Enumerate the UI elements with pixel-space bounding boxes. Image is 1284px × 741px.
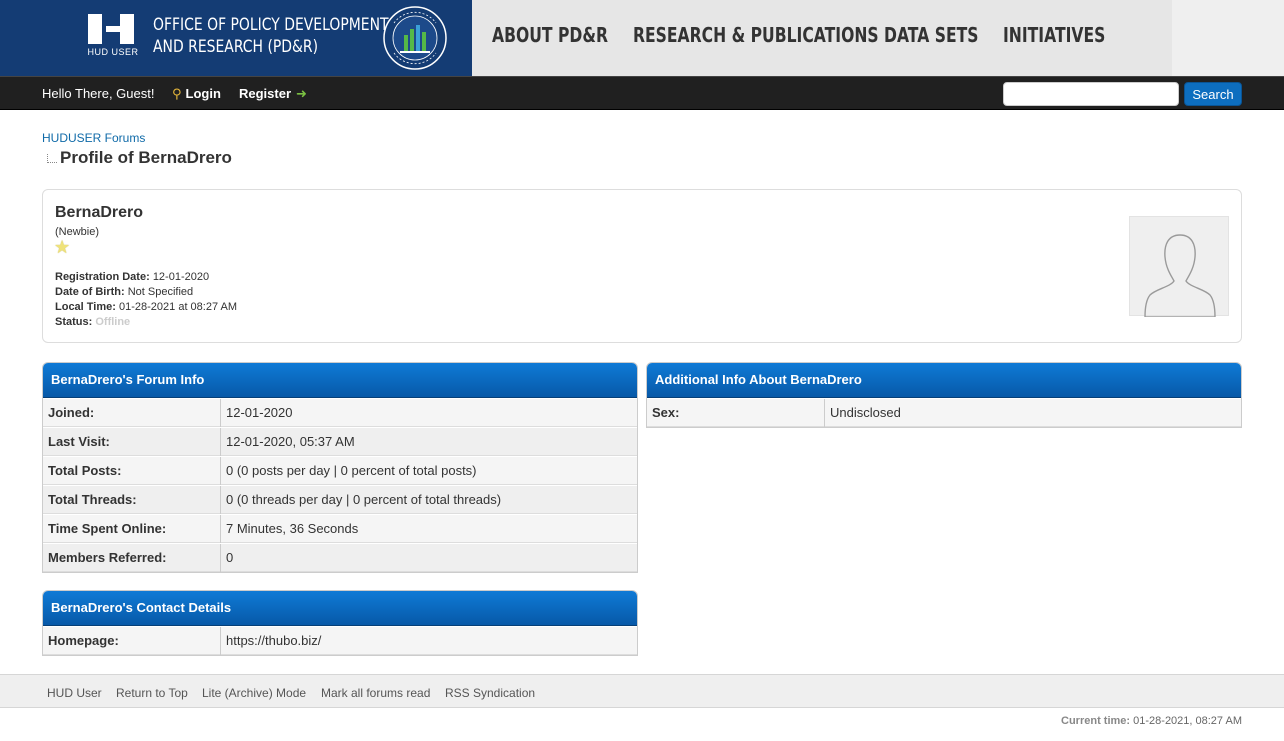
profile-status: Status: Offline (55, 316, 131, 328)
login-label: Login (185, 86, 221, 101)
additional-info-header: Additional Info About BernaDrero (647, 363, 1241, 398)
table-row: Time Spent Online: 7 Minutes, 36 Seconds (43, 514, 637, 543)
forum-info-header: BernaDrero's Forum Info (43, 363, 637, 398)
main-nav: ABOUT PD&R RESEARCH & PUBLICATIONS DATA … (472, 0, 1172, 76)
page-title: Profile of BernaDrero (60, 148, 232, 167)
breadcrumb-root-link[interactable]: HUDUSER Forums (42, 131, 145, 145)
hud-seal-icon (383, 6, 447, 70)
key-icon: ⚲ (172, 86, 182, 101)
brand-banner[interactable]: HUD USER OFFICE OF POLICY DEVELOPMENT AN… (0, 0, 472, 76)
table-row: Last Visit: 12-01-2020, 05:37 AM (43, 427, 637, 456)
hud-user-logo[interactable]: HUD USER (86, 14, 140, 60)
search-input[interactable] (1003, 82, 1179, 106)
nav-right-filler (1172, 0, 1284, 76)
footer-link-rss[interactable]: RSS Syndication (445, 686, 535, 700)
profile-local-time: Local Time: 01-28-2021 at 08:27 AM (55, 301, 238, 313)
current-time: Current time: 01-28-2021, 08:27 AM (1061, 715, 1242, 727)
arrow-right-icon: ➜ (296, 86, 307, 101)
footer-link-mark-read[interactable]: Mark all forums read (321, 686, 430, 700)
status-badge: Offline (95, 316, 131, 328)
nav-research-publications[interactable]: RESEARCH & PUBLICATIONS (633, 23, 879, 47)
table-row: Joined: 12-01-2020 (43, 398, 637, 427)
search-button[interactable]: Search (1184, 82, 1242, 106)
register-link[interactable]: Register ➜ (239, 86, 307, 102)
nav-initiatives[interactable]: INITIATIVES (1003, 23, 1105, 47)
profile-date-of-birth: Date of Birth: Not Specified (55, 286, 194, 298)
additional-info-table: Additional Info About BernaDrero Sex: Un… (646, 362, 1242, 428)
breadcrumb-tree-icon (47, 154, 57, 163)
table-row: Sex: Undisclosed (647, 398, 1241, 427)
default-avatar-icon (1144, 234, 1216, 318)
profile-registration-date: Registration Date: 12-01-2020 (55, 271, 210, 283)
contact-details-header: BernaDrero's Contact Details (43, 591, 637, 626)
nav-about[interactable]: ABOUT PD&R (492, 23, 608, 47)
footer-bar: HUD User Return to Top Lite (Archive) Mo… (0, 674, 1284, 708)
register-label: Register (239, 86, 292, 101)
profile-summary: BernaDrero (Newbie) ★ Registration Date:… (42, 189, 1242, 343)
star-icon: ★ (54, 237, 71, 257)
homepage-link[interactable]: https://thubo.biz/ (226, 627, 321, 655)
office-title-line1: OFFICE OF POLICY DEVELOPMENT (153, 15, 389, 35)
table-row: Total Threads: 0 (0 threads per day | 0 … (43, 485, 637, 514)
nav-data-sets[interactable]: DATA SETS (884, 23, 979, 47)
login-link[interactable]: ⚲ Login (172, 86, 221, 102)
avatar (1129, 216, 1229, 318)
footer-link-hud-user[interactable]: HUD User (47, 686, 102, 700)
hud-logo-mark (88, 14, 138, 44)
office-title: OFFICE OF POLICY DEVELOPMENT AND RESEARC… (153, 14, 389, 58)
hud-logo-text: HUD USER (87, 47, 139, 57)
table-row: Homepage: https://thubo.biz/ (43, 626, 637, 655)
guest-greeting: Hello There, Guest! (42, 86, 155, 101)
office-title-line2: AND RESEARCH (PD&R) (153, 37, 319, 57)
footer-link-return-to-top[interactable]: Return to Top (116, 686, 188, 700)
user-panel: Hello There, Guest! ⚲ Login Register ➜ Sea… (0, 76, 1284, 110)
contact-details-table: BernaDrero's Contact Details Homepage: h… (42, 590, 638, 656)
table-row: Members Referred: 0 (43, 543, 637, 572)
table-row: Total Posts: 0 (0 posts per day | 0 perc… (43, 456, 637, 485)
site-header: HUD USER OFFICE OF POLICY DEVELOPMENT AN… (0, 0, 1284, 76)
forum-info-table: BernaDrero's Forum Info Joined: 12-01-20… (42, 362, 638, 573)
profile-username: BernaDrero (55, 204, 144, 221)
footer-link-lite-mode[interactable]: Lite (Archive) Mode (202, 686, 306, 700)
